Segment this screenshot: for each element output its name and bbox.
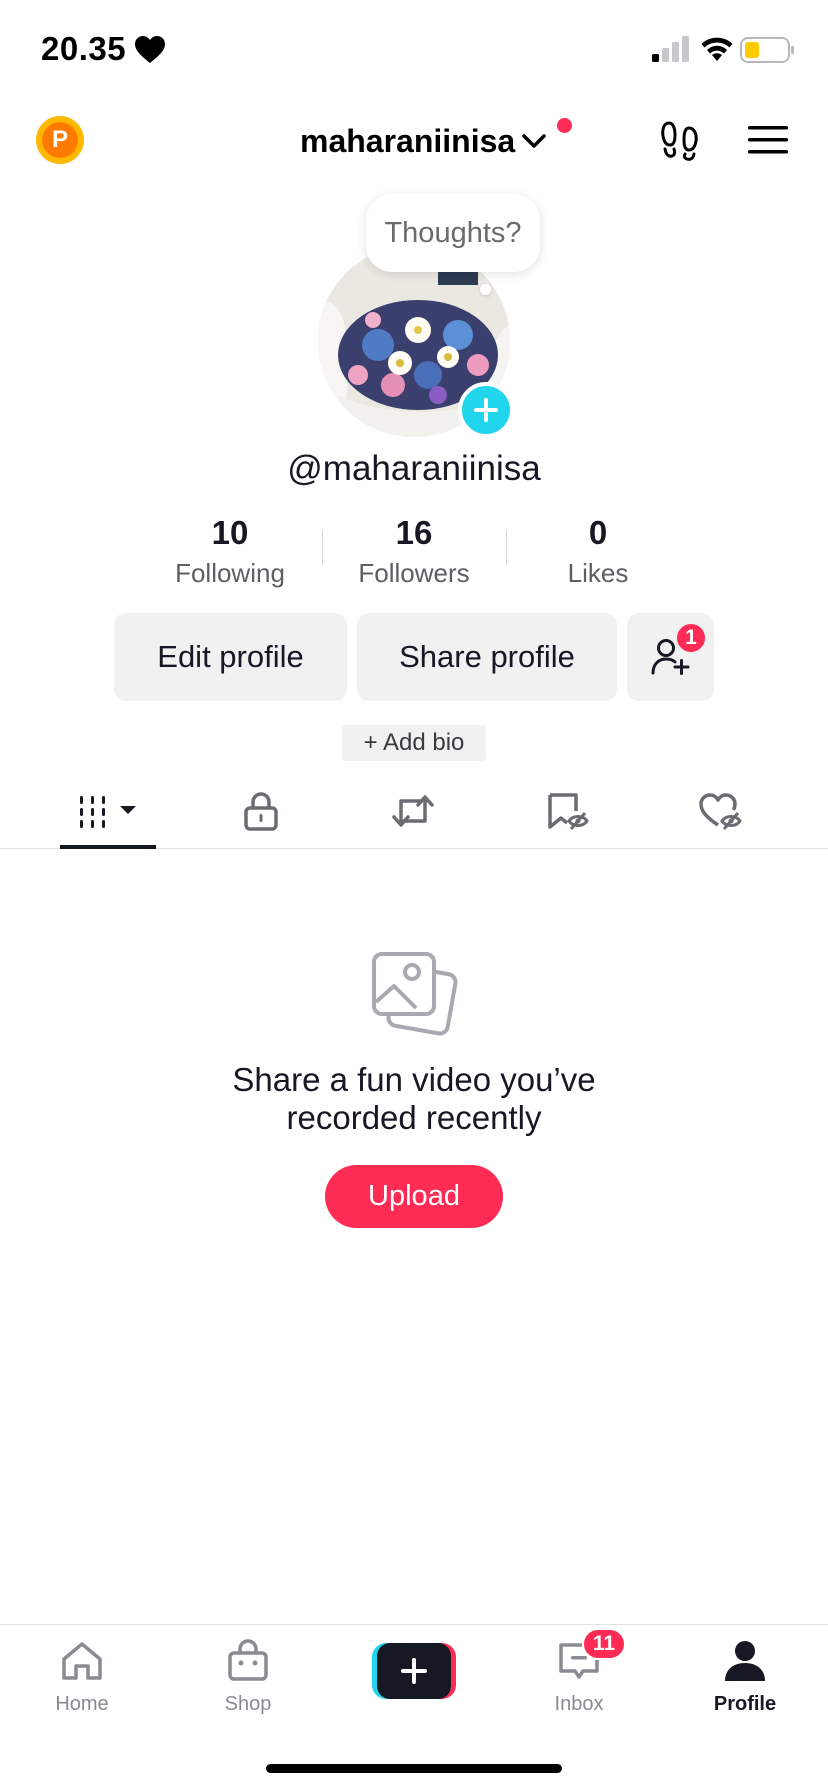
edit-profile-button[interactable]: Edit profile [114, 613, 347, 701]
menu-icon[interactable] [748, 123, 788, 157]
tab-videos-grid[interactable] [78, 788, 144, 834]
stat-followers[interactable]: 16 Followers [322, 512, 506, 592]
thought-bubble[interactable]: Thoughts? [366, 194, 540, 272]
friend-request-badge: 1 [675, 622, 707, 654]
profile-handle: @maharaniinisa [287, 449, 541, 488]
bottom-nav: Home Shop Inbox 11 Profile [0, 1624, 828, 1724]
photo-gallery-icon [372, 952, 458, 1036]
profile-stats: 10 Following 16 Followers 0 Likes [138, 512, 690, 592]
status-bar: 20.35 [0, 0, 828, 100]
coin-icon: P [42, 122, 78, 158]
footprint-icon[interactable] [660, 119, 700, 161]
content-tabs [0, 780, 828, 849]
username: maharaniinisa [300, 122, 516, 159]
nav-label: Shop [224, 1693, 272, 1715]
stat-following[interactable]: 10 Following [138, 512, 322, 592]
grid-icon [80, 796, 136, 828]
signal-icon [652, 36, 689, 62]
battery-icon [740, 37, 794, 63]
tab-favorites[interactable] [537, 788, 597, 834]
add-avatar-button[interactable] [458, 382, 514, 438]
nav-label: Profile [713, 1693, 777, 1715]
tab-reposts[interactable] [383, 788, 443, 834]
nav-shop[interactable]: Shop [188, 1637, 308, 1716]
empty-state-message: Share a fun video you’ve recorded recent… [0, 1061, 828, 1137]
chevron-down-icon [522, 134, 546, 148]
tab-liked[interactable] [691, 788, 751, 834]
create-button[interactable] [372, 1643, 456, 1699]
stat-value: 16 [395, 514, 433, 551]
share-profile-button[interactable]: Share profile [357, 613, 617, 701]
home-indicator [266, 1764, 562, 1773]
empty-state-line-2: recorded recently [286, 1099, 542, 1136]
stat-value: 10 [211, 514, 249, 551]
stat-label: Likes [567, 558, 629, 588]
nav-home[interactable]: Home [22, 1637, 142, 1716]
add-bio-button[interactable]: + Add bio [342, 725, 486, 761]
top-nav: P maharaniinisa [0, 105, 828, 175]
profile-icon [725, 1641, 765, 1681]
lock-icon [244, 792, 278, 831]
heart-hidden-icon [699, 793, 742, 830]
nav-label: Home [55, 1693, 109, 1715]
shop-icon [228, 1639, 268, 1681]
home-icon [62, 1642, 102, 1680]
wifi-icon [701, 37, 733, 61]
nav-label: Inbox [554, 1693, 604, 1715]
stat-label: Followers [358, 558, 470, 588]
tab-private[interactable] [231, 788, 291, 834]
nav-profile[interactable]: Profile [685, 1637, 805, 1716]
stat-likes[interactable]: 0 Likes [506, 512, 690, 592]
active-tab-indicator [60, 845, 156, 849]
stat-label: Following [175, 558, 285, 588]
empty-state-line-1: Share a fun video you’ve [232, 1061, 596, 1098]
bookmark-hidden-icon [548, 793, 589, 830]
stat-value: 0 [588, 514, 608, 551]
coin-button[interactable]: P [36, 116, 84, 164]
repost-icon [392, 795, 434, 827]
inbox-badge: 11 [582, 1628, 626, 1660]
upload-button[interactable]: Upload [325, 1165, 503, 1228]
thought-bubble-dot [480, 284, 491, 295]
notification-dot [557, 118, 572, 133]
heart-icon [135, 36, 165, 63]
account-switcher[interactable]: maharaniinisa [300, 118, 572, 163]
plus-icon [474, 398, 498, 422]
status-time: 20.35 [41, 30, 127, 67]
